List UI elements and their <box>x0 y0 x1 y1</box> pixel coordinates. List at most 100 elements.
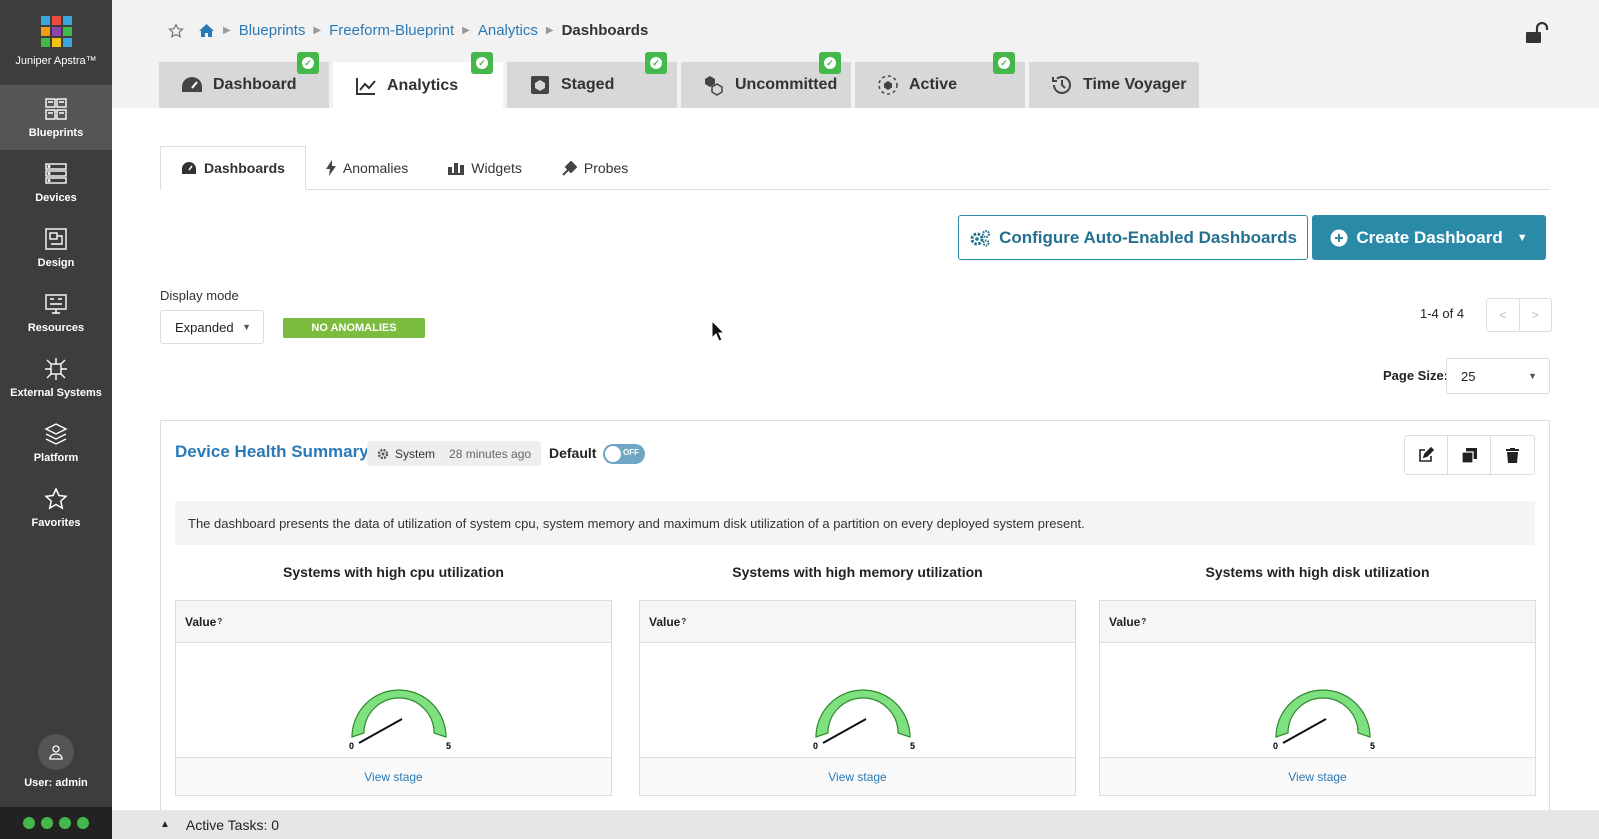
display-mode-select[interactable]: Expanded ▼ <box>160 310 264 344</box>
tab-analytics[interactable]: Analytics ✓ <box>333 52 503 109</box>
user-avatar-icon <box>38 734 74 770</box>
view-stage-link[interactable]: View stage <box>640 757 1075 795</box>
anomaly-status-badge[interactable]: NO ANOMALIES <box>283 318 425 338</box>
next-page-button[interactable]: > <box>1520 299 1552 331</box>
sidebar-item-resources[interactable]: Resources <box>0 280 112 345</box>
tab-dashboards[interactable]: Dashboards <box>160 146 306 190</box>
gauge-icon <box>182 77 202 92</box>
default-label: Default <box>549 445 597 461</box>
user-menu[interactable]: User: admin <box>0 734 112 789</box>
help-icon[interactable]: ? <box>681 617 686 626</box>
user-label: User: admin <box>24 777 88 789</box>
chevron-down-icon: ▼ <box>1516 231 1528 244</box>
breadcrumb-analytics[interactable]: Analytics <box>478 22 538 39</box>
check-icon: ✓ <box>297 52 319 74</box>
home-icon[interactable] <box>198 23 215 38</box>
widget-disk: Systems with high disk utilization Value… <box>1099 564 1536 796</box>
configure-auto-enabled-dashboards-button[interactable]: Configure Auto-Enabled Dashboards <box>958 215 1308 260</box>
edit-button[interactable] <box>1405 436 1448 474</box>
history-icon <box>1052 75 1071 94</box>
clone-button[interactable] <box>1448 436 1491 474</box>
cogs-icon <box>970 229 991 246</box>
star-icon <box>44 487 68 510</box>
favorite-star-icon[interactable] <box>168 22 184 39</box>
resources-icon <box>45 294 67 314</box>
active-tasks-label: Active Tasks: 0 <box>185 816 280 833</box>
gauge-chart: 0 5 <box>1273 689 1375 751</box>
page-size-select[interactable]: 25 ▼ <box>1446 358 1550 394</box>
active-tasks-bar[interactable]: ▲ Active Tasks: 0 <box>112 810 1599 839</box>
help-icon[interactable]: ? <box>1141 617 1146 626</box>
tab-widgets[interactable]: Widgets <box>428 146 542 190</box>
sidebar-item-label: Blueprints <box>28 127 84 139</box>
line-chart-icon <box>356 77 376 95</box>
gauge-max-label: 5 <box>1370 741 1375 751</box>
breadcrumb-current: Dashboards <box>561 22 649 39</box>
apstra-logo[interactable]: Juniper Apstra™ <box>0 0 112 85</box>
dashboard-actions <box>1404 435 1535 475</box>
unlock-icon[interactable] <box>1525 21 1549 49</box>
devices-icon <box>45 163 67 184</box>
dashboard-title[interactable]: Device Health Summary <box>175 442 369 462</box>
tab-anomalies[interactable]: Anomalies <box>306 146 428 190</box>
breadcrumb: ▶ Blueprints ▶ Freeform-Blueprint ▶ Anal… <box>168 22 648 39</box>
view-stage-link[interactable]: View stage <box>1100 757 1535 795</box>
help-icon[interactable]: ? <box>217 617 222 626</box>
widget-body: Value? 0 5 View stage <box>175 600 612 796</box>
sidebar-item-platform[interactable]: Platform <box>0 410 112 475</box>
tab-uncommitted[interactable]: Uncommitted ✓ <box>681 52 851 108</box>
chevron-up-icon: ▲ <box>160 819 170 830</box>
prev-page-button[interactable]: < <box>1487 299 1520 331</box>
tab-staged[interactable]: Staged ✓ <box>507 52 677 108</box>
sidebar: Juniper Apstra™ Blueprints Devices Desig… <box>0 0 112 839</box>
widgets-icon <box>448 163 465 175</box>
check-icon: ✓ <box>471 52 493 74</box>
tab-time-voyager[interactable]: Time Voyager <box>1029 62 1199 108</box>
system-status-indicator[interactable] <box>0 807 112 839</box>
default-toggle[interactable]: OFF <box>603 444 645 464</box>
chevron-down-icon: ▼ <box>242 322 251 332</box>
view-stage-link[interactable]: View stage <box>176 757 611 795</box>
blueprint-tabs: Dashboard ✓ Analytics ✓ Staged ✓ Uncommi… <box>159 52 1199 109</box>
platform-icon <box>44 423 68 445</box>
sidebar-item-label: Favorites <box>31 517 81 529</box>
sidebar-item-blueprints[interactable]: Blueprints <box>0 85 112 150</box>
create-dashboard-button[interactable]: Create Dashboard ▼ <box>1312 215 1546 260</box>
app-root: Juniper Apstra™ Blueprints Devices Desig… <box>0 0 1599 839</box>
plus-circle-icon <box>1330 229 1348 246</box>
breadcrumb-blueprints[interactable]: Blueprints <box>239 22 306 39</box>
sidebar-item-external-systems[interactable]: External Systems <box>0 345 112 410</box>
widget-title: Systems with high disk utilization <box>1205 564 1430 580</box>
page-size-label: Page Size: <box>1383 368 1449 383</box>
tab-dashboard[interactable]: Dashboard ✓ <box>159 52 329 108</box>
bolt-icon <box>325 160 336 176</box>
widget-memory: Systems with high memory utilization Val… <box>639 564 1076 796</box>
widget-cpu: Systems with high cpu utilization Value?… <box>175 564 612 796</box>
edit-icon <box>1419 447 1434 462</box>
delete-button[interactable] <box>1491 436 1534 474</box>
gauge-chart: 0 5 <box>349 689 451 751</box>
widget-header: Value? <box>1100 601 1535 643</box>
copy-icon <box>1461 447 1477 463</box>
tab-probes[interactable]: Probes <box>542 146 648 190</box>
tab-active[interactable]: Active ✓ <box>855 52 1025 108</box>
dashboard-card: Device Health Summary System 28 minutes … <box>160 420 1550 820</box>
pagination-range: 1-4 of 4 <box>1420 306 1465 321</box>
dashboard-description: The dashboard presents the data of utili… <box>175 501 1535 545</box>
mouse-cursor-icon <box>711 319 726 347</box>
sidebar-item-devices[interactable]: Devices <box>0 150 112 215</box>
check-icon: ✓ <box>993 52 1015 74</box>
sidebar-item-design[interactable]: Design <box>0 215 112 280</box>
widget-title: Systems with high cpu utilization <box>283 564 504 580</box>
topbar: ▶ Blueprints ▶ Freeform-Blueprint ▶ Anal… <box>112 0 1599 109</box>
active-icon <box>878 75 898 95</box>
sidebar-item-favorites[interactable]: Favorites <box>0 475 112 540</box>
blueprints-icon <box>45 98 67 120</box>
external-systems-icon <box>45 358 67 380</box>
check-icon: ✓ <box>645 52 667 74</box>
probe-icon <box>562 160 577 176</box>
gauge-max-label: 5 <box>446 741 451 751</box>
sidebar-item-label: External Systems <box>10 387 102 399</box>
breadcrumb-blueprint[interactable]: Freeform-Blueprint <box>329 22 454 39</box>
widget-title: Systems with high memory utilization <box>732 564 983 580</box>
